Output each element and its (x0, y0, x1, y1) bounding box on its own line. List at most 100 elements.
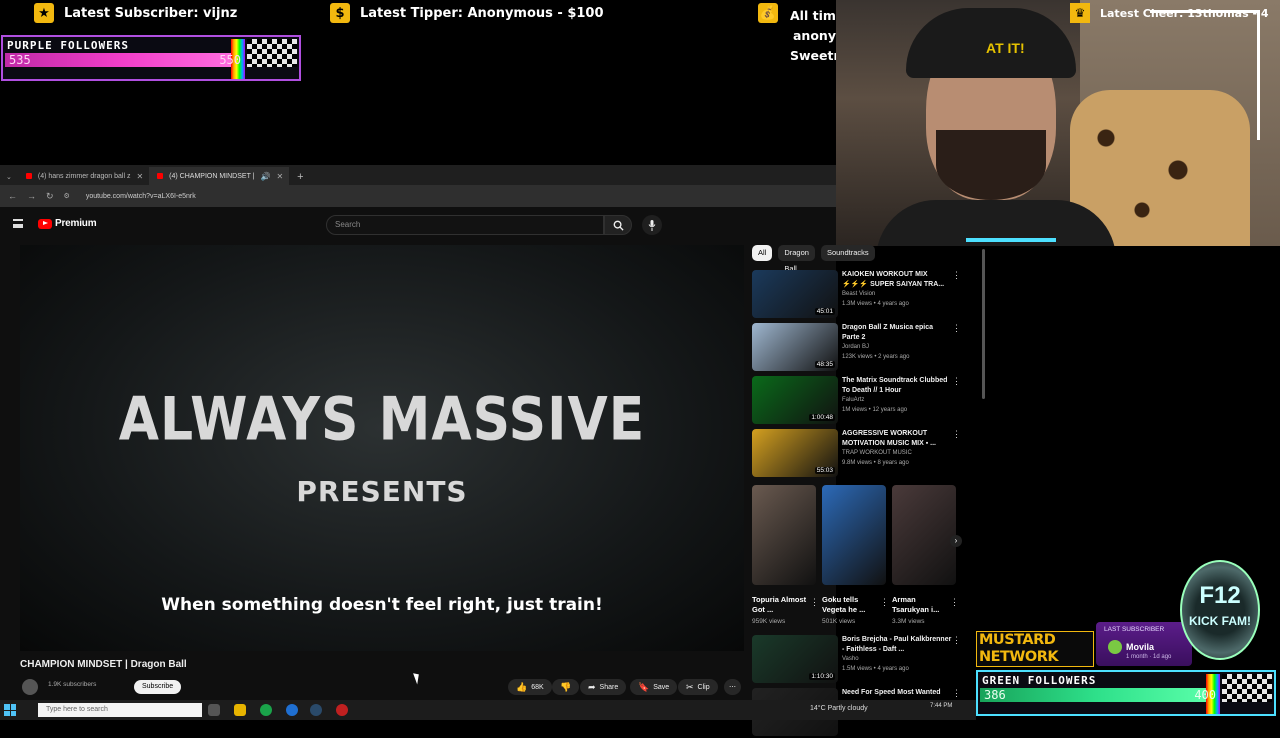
recommendation-item[interactable]: 55:03 AGGRESSIVE WORKOUT MOTIVATION MUSIC… (752, 429, 982, 479)
short-title[interactable]: Arman Tsarukyan i... (892, 595, 952, 615)
latest-subscriber-text: Latest Subscriber: vijnz (64, 5, 238, 21)
clip-button[interactable]: ✂ Clip (678, 679, 718, 695)
tab-champion-mindset[interactable]: (4) CHAMPION MINDSET | 🔊 ✕ (149, 167, 290, 185)
share-icon: ➦ (588, 681, 596, 692)
short-thumbnail[interactable] (822, 485, 886, 585)
tab-hans-zimmer[interactable]: (4) hans zimmer dragon ball z ✕ (18, 167, 149, 185)
share-button[interactable]: ➦ Share (580, 679, 627, 695)
recommendation-item[interactable]: 48:35 Dragon Ball Z Musica epica Parte 2J… (752, 323, 982, 373)
video-duration: 1:10:30 (809, 673, 835, 680)
file-explorer-icon[interactable] (234, 704, 246, 716)
cam-accent-bar (966, 238, 1056, 242)
subscribe-button[interactable]: Subscribe (134, 680, 182, 694)
chip-all[interactable]: All (752, 245, 773, 261)
weather-widget[interactable]: 14°C Partly cloudy (810, 705, 868, 712)
chip-dragon-ball[interactable]: Dragon Ball (778, 245, 815, 273)
save-button[interactable]: 🔖 Save (630, 679, 678, 695)
channel-name[interactable]: FaluArtz (842, 397, 864, 403)
short-views: 501K views (822, 618, 856, 625)
checker-flag (247, 39, 297, 67)
close-icon[interactable]: ✕ (136, 172, 143, 181)
like-count: 68K (531, 683, 544, 691)
short-title[interactable]: Goku tells Vegeta he ... (822, 595, 882, 615)
forward-arrow-icon[interactable]: → (27, 191, 36, 201)
more-vertical-icon[interactable]: ⋮ (950, 597, 959, 608)
more-actions-button[interactable]: ⋯ (724, 679, 741, 695)
voice-search-button[interactable] (642, 215, 662, 235)
scissors-icon: ✂ (686, 681, 694, 692)
search-button[interactable] (604, 215, 632, 235)
more-vertical-icon[interactable]: ⋮ (952, 635, 961, 646)
speaker-icon[interactable]: 🔊 (260, 172, 270, 181)
task-view-icon[interactable] (208, 704, 220, 716)
dollar-icon: $ (330, 3, 350, 23)
sidebar-scrollbar[interactable] (982, 249, 985, 399)
kick-fam-badge: F12 KICK FAM! (1180, 560, 1260, 660)
recommendation-item[interactable]: 1:00:48 The Matrix Soundtrack Clubbed To … (752, 376, 982, 426)
search-input[interactable]: Search (326, 215, 604, 235)
windows-start-icon[interactable] (4, 704, 16, 716)
video-title[interactable]: The Matrix Soundtrack Clubbed To Death /… (842, 376, 952, 396)
steam-icon[interactable] (310, 704, 322, 716)
channel-name[interactable]: TRAP WORKOUT MUSIC (842, 450, 912, 456)
video-title[interactable]: Dragon Ball Z Musica epica Parte 2 (842, 323, 952, 343)
channel-name[interactable]: Vasho (842, 656, 859, 662)
green-goal-title: GREEN FOLLOWERS (982, 674, 1097, 687)
video-player[interactable]: ALWAYS MASSIVE PRESENTS When something d… (20, 245, 744, 651)
last-subscriber-label: LAST SUBSCRIBER (1104, 626, 1165, 633)
new-tab-plus-icon[interactable]: + (289, 171, 311, 185)
tab-list-chevron-icon[interactable]: ⌄ (0, 173, 18, 185)
taskbar-search[interactable]: Type here to search (38, 703, 202, 717)
tab-label: (4) hans zimmer dragon ball z (37, 172, 131, 180)
video-title[interactable]: KAIOKEN WORKOUT MIX ⚡⚡⚡ SUPER SAIYAN TRA… (842, 270, 952, 290)
dislike-button[interactable]: 👎 (552, 679, 580, 695)
back-arrow-icon[interactable]: ← (8, 191, 17, 201)
kickfam-text: KICK FAM! (1189, 614, 1251, 628)
short-thumbnail[interactable] (752, 485, 816, 585)
obs-icon[interactable] (336, 704, 348, 716)
hamburger-menu-icon[interactable] (13, 219, 23, 228)
short-thumbnail[interactable] (892, 485, 956, 585)
youtube-logo[interactable]: Premium (38, 218, 97, 229)
channel-avatar[interactable] (22, 679, 38, 695)
video-title[interactable]: Boris Brejcha - Paul Kalkbrenner - Faith… (842, 635, 952, 655)
short-title[interactable]: Topuria Almost Got ... (752, 595, 812, 615)
video-duration: 1:00:48 (809, 414, 835, 421)
more-vertical-icon[interactable]: ⋮ (952, 323, 961, 334)
more-vertical-icon[interactable]: ⋮ (880, 597, 889, 608)
chip-soundtracks[interactable]: Soundtracks (820, 245, 875, 261)
video-title[interactable]: AGGRESSIVE WORKOUT MOTIVATION MUSIC MIX … (842, 429, 952, 449)
moneybag-icon: 💰 (758, 3, 778, 23)
browser-icon[interactable] (286, 704, 298, 716)
channel-name[interactable]: Beast Vision (842, 291, 875, 297)
video-thumbnail[interactable]: 1:10:30 (752, 635, 838, 683)
channel-name[interactable]: Jordan BJ (842, 344, 869, 350)
reload-icon[interactable]: ↻ (46, 191, 54, 202)
like-button[interactable]: 👍 68K (508, 679, 552, 695)
latest-cheer: ♛ Latest Cheer: 13thomas - 4 (1070, 3, 1269, 23)
video-title[interactable]: Need For Speed Most Wanted (842, 688, 952, 698)
site-info-icon[interactable]: ⚙ (64, 192, 70, 200)
more-vertical-icon[interactable]: ⋮ (952, 270, 961, 281)
shorts-next-arrow-icon[interactable]: › (950, 535, 962, 547)
video-duration: 48:35 (814, 361, 835, 368)
chrome-icon[interactable] (260, 704, 272, 716)
recommendation-item[interactable]: 45:01 KAIOKEN WORKOUT MIX ⚡⚡⚡ SUPER SAIYA… (752, 270, 982, 320)
short-views: 3.3M views (892, 618, 925, 625)
video-thumbnail[interactable]: 45:01 (752, 270, 838, 318)
green-goal-max: 400 (1194, 688, 1216, 702)
video-thumbnail[interactable]: 55:03 (752, 429, 838, 477)
youtube-favicon-icon (157, 173, 164, 179)
more-vertical-icon[interactable]: ⋮ (952, 688, 961, 699)
video-frame-presents: PRESENTS (296, 475, 468, 508)
close-icon[interactable]: ✕ (276, 172, 283, 181)
more-vertical-icon[interactable]: ⋮ (810, 597, 819, 608)
clock[interactable]: 7:44 PM (930, 702, 952, 710)
video-thumbnail[interactable]: 48:35 (752, 323, 838, 371)
video-meta: 1M views • 12 years ago (842, 407, 908, 413)
video-thumbnail[interactable]: 1:00:48 (752, 376, 838, 424)
more-vertical-icon[interactable]: ⋮ (952, 429, 961, 440)
url-field[interactable]: youtube.com/watch?v=aLX6I-e5nrk (86, 193, 196, 200)
more-vertical-icon[interactable]: ⋮ (952, 376, 961, 387)
recommendation-item[interactable]: 1:10:30 Boris Brejcha - Paul Kalkbrenner … (752, 635, 982, 685)
